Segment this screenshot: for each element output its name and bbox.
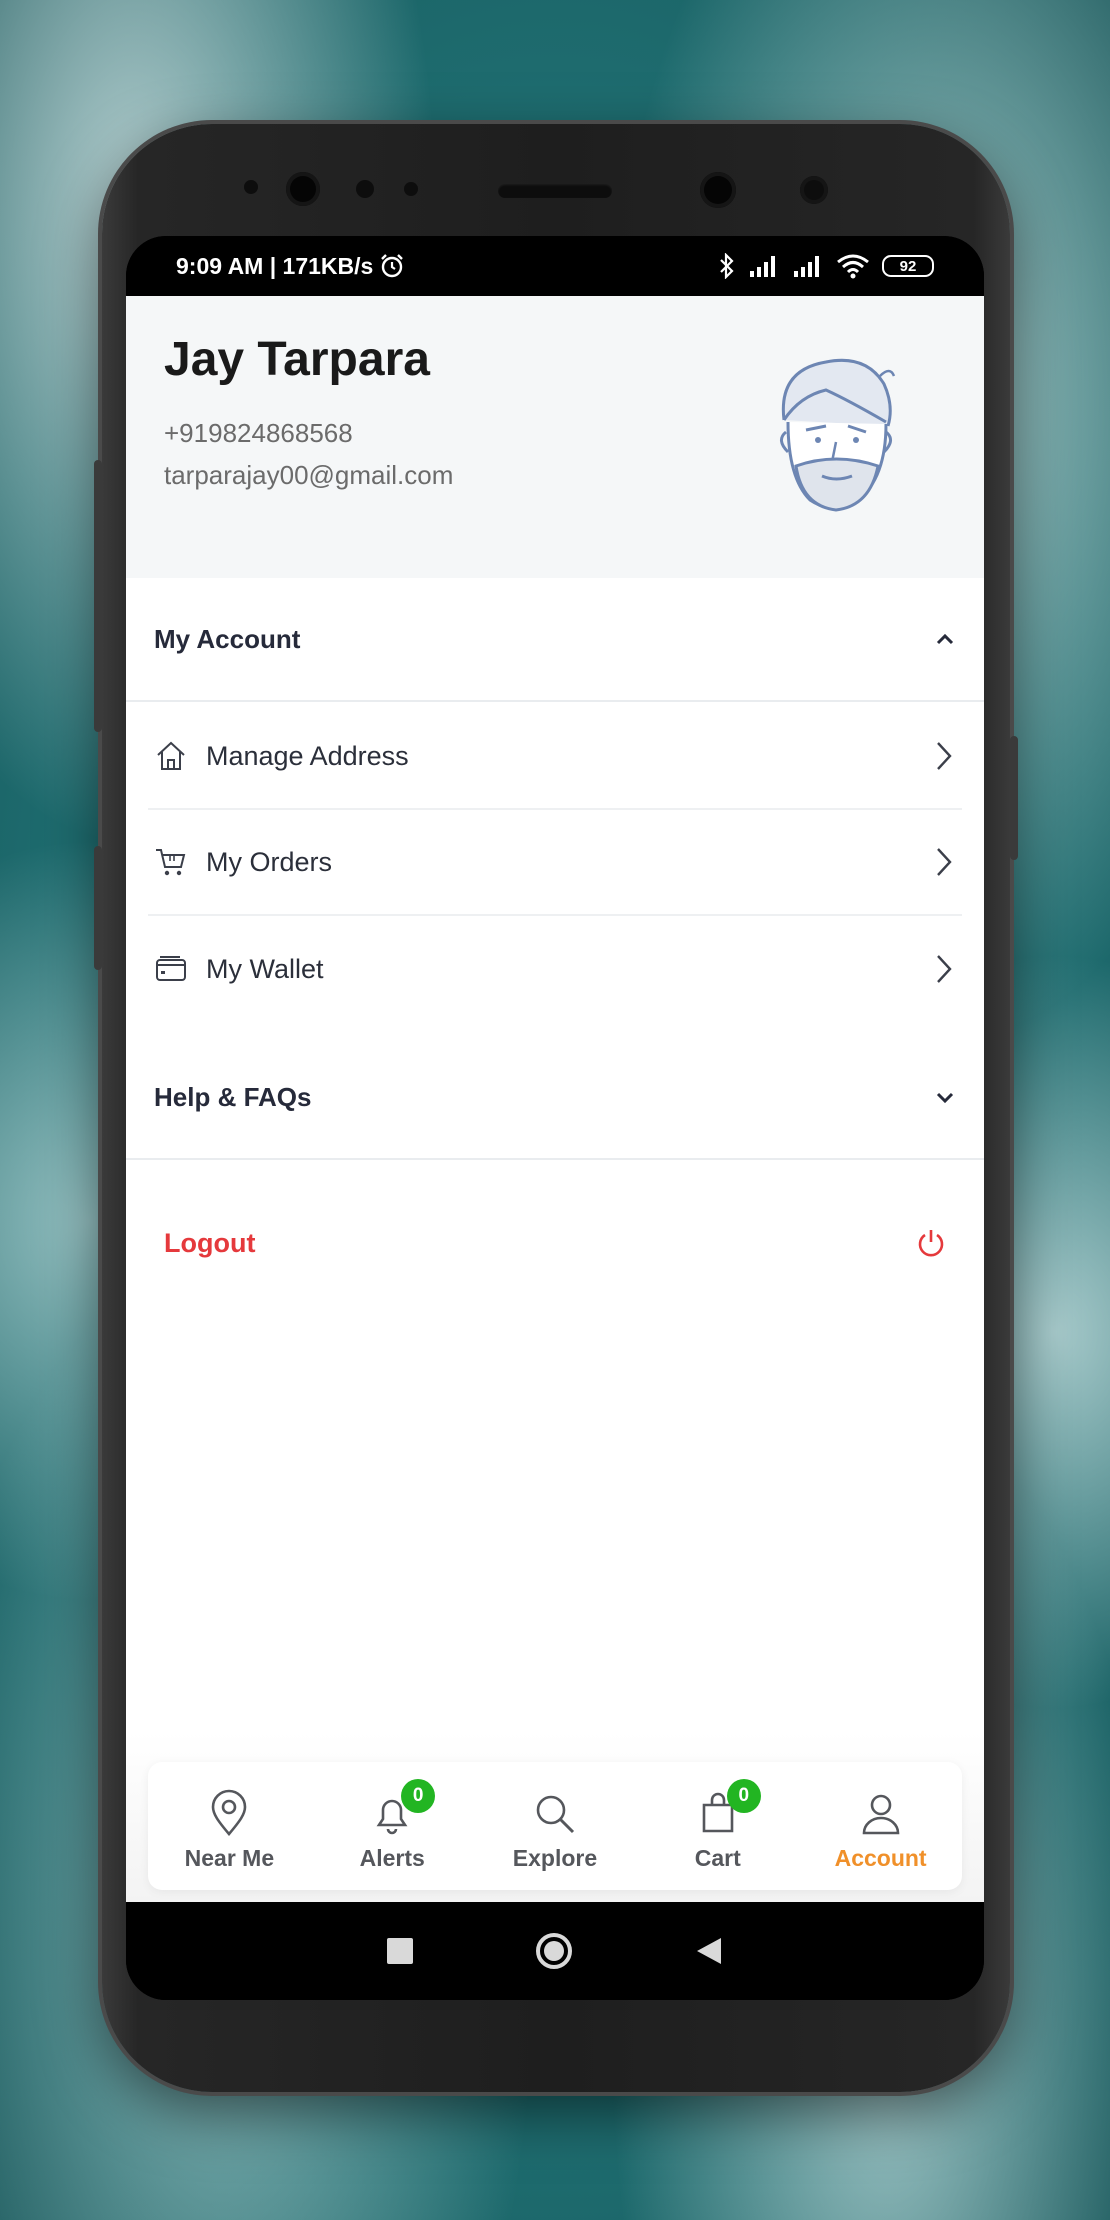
nav-label: Near Me (184, 1844, 275, 1871)
alarm-icon (381, 254, 404, 278)
nav-label: Account (834, 1844, 927, 1871)
chevron-right-icon (937, 955, 952, 983)
account-screen: Jay Tarpara +919824868568 tarparajay00@g… (126, 296, 984, 1902)
profile-name: Jay Tarpara (164, 333, 430, 386)
location-pin-icon (212, 1789, 247, 1836)
nav-label: Cart (694, 1844, 741, 1871)
wifi-icon (837, 254, 869, 279)
sensor-dot (800, 176, 828, 204)
chevron-down-icon (936, 1092, 954, 1104)
alerts-badge: 0 (401, 1778, 436, 1813)
earpiece-speaker (498, 184, 612, 198)
logout-button[interactable]: Logout (126, 1184, 984, 1302)
power-icon (918, 1230, 944, 1257)
volume-button (94, 460, 102, 732)
nav-explore[interactable]: Explore (478, 1781, 632, 1872)
bottom-nav: Near Me 0 Alerts Explore 0 Cart Account (148, 1762, 962, 1890)
back-button[interactable] (695, 1936, 723, 1966)
menu-label: Manage Address (206, 740, 409, 771)
chevron-right-icon (937, 742, 952, 770)
my-account-title: My Account (154, 623, 301, 654)
home-icon (157, 741, 185, 770)
home-button-dot (543, 1941, 564, 1961)
menu-label: My Wallet (206, 953, 324, 984)
chevron-right-icon (937, 848, 952, 876)
cart-badge: 0 (726, 1778, 761, 1813)
nav-label: Explore (512, 1844, 598, 1871)
power-button (1010, 736, 1018, 860)
help-faqs-title: Help & FAQs (154, 1081, 312, 1112)
nav-cart[interactable]: 0 Cart (641, 1778, 795, 1872)
sensor-dot (356, 180, 374, 198)
bluetooth-icon (720, 253, 734, 279)
nav-label: Alerts (359, 1844, 425, 1871)
status-time: 9:09 AM | 171KB/s (176, 252, 374, 279)
logout-label: Logout (164, 1227, 256, 1258)
user-icon (862, 1794, 899, 1834)
profile-header: Jay Tarpara +919824868568 tarparajay00@g… (126, 296, 984, 578)
sensor-dot (404, 182, 418, 196)
my-account-header[interactable]: My Account (126, 578, 984, 702)
nav-account[interactable]: Account (804, 1781, 958, 1872)
menu-item-manage-address[interactable]: Manage Address (148, 704, 962, 810)
side-button (94, 846, 102, 970)
wallet-icon (156, 956, 186, 981)
search-icon (536, 1795, 575, 1833)
recents-button[interactable] (387, 1938, 414, 1964)
bottom-nav-container: Near Me 0 Alerts Explore 0 Cart Account (126, 1732, 984, 1902)
profile-phone: +919824868568 (164, 418, 353, 448)
profile-email: tarparajay00@gmail.com (164, 460, 454, 490)
home-button[interactable] (535, 1933, 572, 1969)
help-faqs-header[interactable]: Help & FAQs (126, 1036, 984, 1160)
battery-indicator: 92 (882, 255, 934, 277)
cart-icon (156, 849, 186, 876)
avatar (780, 358, 896, 512)
signal-icon (750, 256, 775, 277)
nav-alerts[interactable]: 0 Alerts (315, 1778, 469, 1872)
phone-screen: 9:09 AM | 171KB/s 92 Jay Tarpara +919824… (126, 236, 984, 2000)
system-nav-bar (126, 1902, 984, 2000)
front-camera (286, 172, 320, 206)
menu-label: My Orders (206, 846, 333, 877)
menu-item-my-wallet[interactable]: My Wallet (148, 916, 962, 1022)
sensor-dot (244, 180, 258, 194)
menu-item-my-orders[interactable]: My Orders (148, 810, 962, 916)
front-camera (700, 172, 736, 208)
nav-near-me[interactable]: Near Me (152, 1781, 306, 1872)
status-bar: 9:09 AM | 171KB/s 92 (126, 236, 984, 296)
chevron-up-icon (936, 633, 954, 645)
signal-icon (794, 256, 819, 277)
